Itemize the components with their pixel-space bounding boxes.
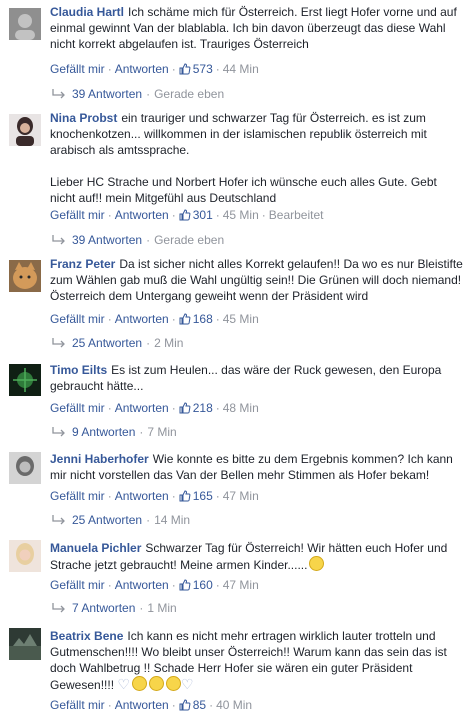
like-button[interactable]: Gefällt mir [50,401,105,415]
comment-text: Es ist zum Heulen... das wäre der Ruck g… [50,363,442,393]
replies-count[interactable]: 7 Antworten [72,601,135,615]
comment-time[interactable]: 45 Min [223,312,259,326]
avatar[interactable] [9,540,41,572]
replies-time: 2 Min [154,336,184,350]
reply-button[interactable]: Antworten [115,62,169,76]
crying-face-emoji-icon [165,676,181,691]
avatar-image [9,8,41,40]
reply-button[interactable]: Antworten [115,401,169,415]
replies-link[interactable]: 7 Antworten · 1 Min [52,601,177,615]
replies-link[interactable]: 39 Antworten · Gerade eben [52,233,224,247]
reply-button[interactable]: Antworten [115,698,169,712]
avatar[interactable] [9,452,41,484]
thumbs-up-icon [179,313,191,325]
reply-button[interactable]: Antworten [115,489,169,503]
replies-link[interactable]: 25 Antworten · 2 Min [52,336,183,350]
comment-time[interactable]: 47 Min [223,489,259,503]
avatar-image [9,260,41,292]
emoji-sequence: ♡ ♡ [117,676,194,692]
replies-link[interactable]: 39 Antworten · Gerade eben [52,87,224,101]
replies-time: Gerade eben [154,233,225,247]
replies-time: 7 Min [147,425,177,439]
reply-arrow-icon [52,427,65,437]
replies-count[interactable]: 39 Antworten [72,233,142,247]
comment-author[interactable]: Jenni Haberhofer [50,452,149,466]
avatar-image [9,452,41,484]
heart-icon: ♡ [117,676,130,692]
avatar[interactable] [9,114,41,146]
replies-time: 14 Min [154,513,191,527]
reply-button[interactable]: Antworten [115,208,169,222]
like-count[interactable]: 168 [179,312,213,326]
like-button[interactable]: Gefällt mir [50,489,105,503]
replies-time: 1 Min [147,601,177,615]
avatar-image [9,114,41,146]
reply-arrow-icon [52,89,65,99]
crying-face-emoji-icon [148,676,164,691]
replies-time: Gerade eben [154,87,225,101]
comment-time[interactable]: 40 Min [216,698,252,712]
thumbs-up-icon [179,490,191,502]
comment-time[interactable]: 45 Min [223,208,259,222]
replies-link[interactable]: 9 Antworten · 7 Min [52,425,177,439]
avatar-image [9,540,41,572]
like-button[interactable]: Gefällt mir [50,208,105,222]
like-button[interactable]: Gefällt mir [50,698,105,712]
comment-author[interactable]: Manuela Pichler [50,541,141,555]
comment-text-paragraph: Lieber HC Strache und Norbert Hofer ich … [50,175,437,205]
thumbs-up-icon [179,63,191,75]
reply-arrow-icon [52,515,65,525]
like-count[interactable]: 160 [179,578,213,592]
avatar[interactable] [9,628,41,660]
reply-arrow-icon [52,603,65,613]
replies-count[interactable]: 39 Antworten [72,87,142,101]
like-count[interactable]: 218 [179,401,213,415]
avatar-image [9,364,41,396]
avatar[interactable] [9,260,41,292]
comment-time[interactable]: 44 Min [223,62,259,76]
reply-button[interactable]: Antworten [115,312,169,326]
comment-time[interactable]: 47 Min [223,578,259,592]
reply-arrow-icon [52,338,65,348]
like-button[interactable]: Gefällt mir [50,312,105,326]
like-count[interactable]: 573 [179,62,213,76]
replies-count[interactable]: 25 Antworten [72,513,142,527]
like-count[interactable]: 301 [179,208,213,222]
comment-time[interactable]: 48 Min [223,401,259,415]
thumbs-up-icon [179,209,191,221]
avatar[interactable] [9,364,41,396]
replies-count[interactable]: 9 Antworten [72,425,135,439]
replies-link[interactable]: 25 Antworten · 14 Min [52,513,190,527]
like-count[interactable]: 165 [179,489,213,503]
crying-face-emoji-icon [131,676,147,691]
reply-arrow-icon [52,235,65,245]
avatar[interactable] [9,8,41,40]
comment-author[interactable]: Franz Peter [50,257,115,271]
sad-face-emoji-icon [309,556,325,571]
comment-author[interactable]: Timo Eilts [50,363,107,377]
thumbs-up-icon [179,402,191,414]
thumbs-up-icon [179,579,191,591]
like-button[interactable]: Gefällt mir [50,578,105,592]
comment-author[interactable]: Beatrix Bene [50,629,123,643]
like-button[interactable]: Gefällt mir [50,62,105,76]
like-count[interactable]: 85 [179,698,206,712]
heart-icon: ♡ [180,676,194,692]
edited-label: Bearbeitet [268,208,324,222]
comment-author[interactable]: Nina Probst [50,111,117,125]
avatar-image [9,628,41,660]
replies-count[interactable]: 25 Antworten [72,336,142,350]
comment-author[interactable]: Claudia Hartl [50,5,124,19]
thumbs-up-icon [179,699,191,711]
reply-button[interactable]: Antworten [115,578,169,592]
